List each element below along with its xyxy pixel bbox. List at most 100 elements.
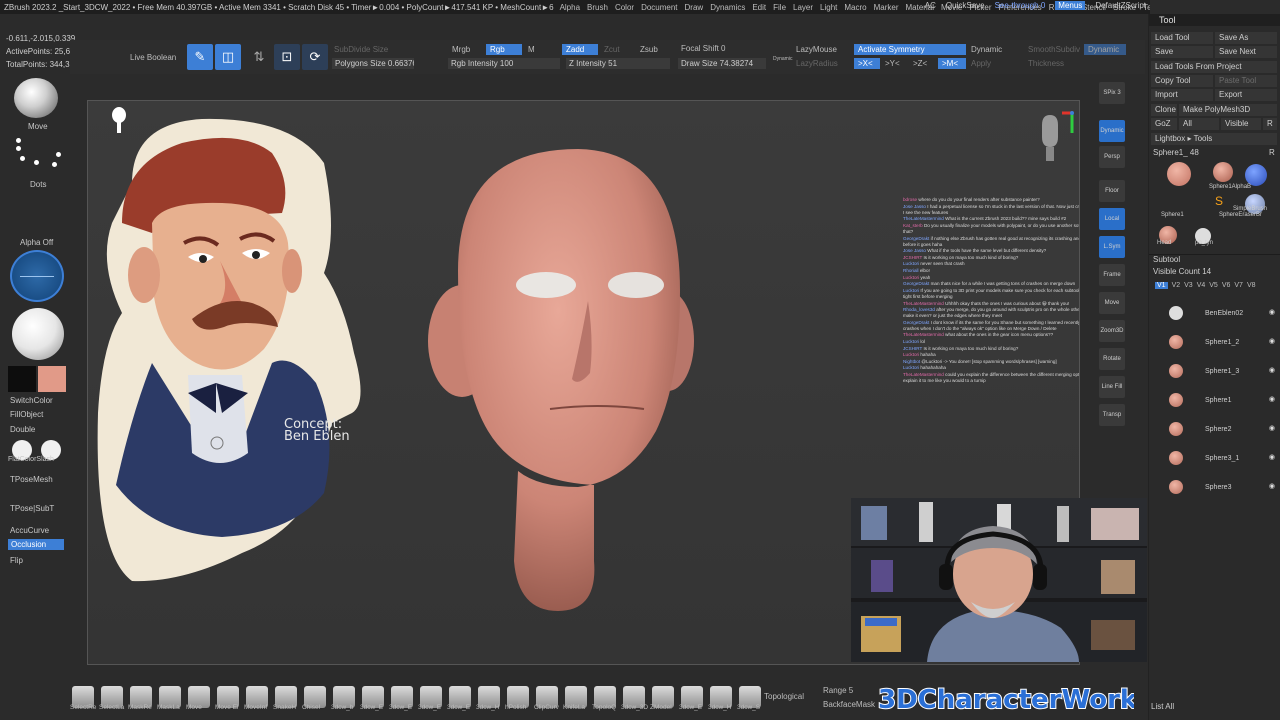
goz-button[interactable]: GoZ xyxy=(1151,118,1177,130)
save-button[interactable]: Save xyxy=(1151,46,1213,58)
subtool-title[interactable]: Subtool xyxy=(1153,255,1180,264)
subtool-item[interactable]: Sphere3 ◉ xyxy=(1155,478,1275,506)
view-button-l-sym[interactable]: L.Sym xyxy=(1099,236,1125,258)
move-mode-button[interactable]: ⇅ xyxy=(246,44,272,70)
subtool-version-v3[interactable]: V3 xyxy=(1184,282,1193,289)
menu-document[interactable]: Document xyxy=(641,3,677,12)
secondary-color-swatch[interactable] xyxy=(8,366,36,392)
subtool-version-v8[interactable]: V8 xyxy=(1247,282,1256,289)
accucurve-button[interactable]: AccuCurve xyxy=(10,526,49,535)
load-tools-project-button[interactable]: Load Tools From Project xyxy=(1151,61,1277,73)
subtool-item[interactable]: Sphere1_3 ◉ xyxy=(1155,362,1275,390)
subtool-item[interactable]: Sphere1 ◉ xyxy=(1155,391,1275,419)
quicksave-button[interactable]: QuickSave xyxy=(946,1,985,10)
zadd-button[interactable]: Zadd xyxy=(562,44,598,55)
import-button[interactable]: Import xyxy=(1151,89,1213,101)
focal-shift-slider[interactable]: Focal Shift 0 xyxy=(681,44,725,53)
load-tool-button[interactable]: Load Tool xyxy=(1151,32,1213,44)
zsub-button[interactable]: Zsub xyxy=(640,45,658,54)
menu-brush[interactable]: Brush xyxy=(587,3,608,12)
subtool-item[interactable]: BenEblen02 ◉ xyxy=(1155,304,1275,332)
symmetry-z-button[interactable]: >Z< xyxy=(913,59,927,68)
rotate-mode-button[interactable]: ⟳ xyxy=(302,44,328,70)
sculpt-head-model[interactable] xyxy=(418,141,708,611)
menu-edit[interactable]: Edit xyxy=(752,3,766,12)
menu-layer[interactable]: Layer xyxy=(793,3,813,12)
draw-size-slider[interactable]: Draw Size 74.38274 xyxy=(678,58,766,69)
dynamic-size-button[interactable]: Dynamic xyxy=(773,56,792,62)
save-next-button[interactable]: Save Next xyxy=(1215,46,1277,58)
double-button[interactable]: Double xyxy=(10,425,35,434)
subtool-version-v2[interactable]: V2 xyxy=(1172,282,1181,289)
apply-button[interactable]: Apply xyxy=(971,59,991,68)
view-button-dynamic[interactable]: Dynamic xyxy=(1099,120,1125,142)
menu-marker[interactable]: Marker xyxy=(874,3,899,12)
current-tool-r-button[interactable]: R xyxy=(1269,148,1275,157)
visible-count-slider[interactable]: Visible Count 14 xyxy=(1153,267,1211,276)
menu-macro[interactable]: Macro xyxy=(844,3,866,12)
view-button-transp[interactable]: Transp xyxy=(1099,404,1125,426)
goz-r-button[interactable]: R xyxy=(1263,118,1277,130)
copy-tool-button[interactable]: Copy Tool xyxy=(1151,75,1213,87)
thickness-slider[interactable]: Thickness xyxy=(1028,59,1064,68)
draw-mode-button[interactable]: ◫ xyxy=(215,44,241,70)
live-boolean-button[interactable]: Live Boolean xyxy=(130,53,176,62)
m-button[interactable]: M xyxy=(528,45,535,54)
simple-brush-icon[interactable]: S xyxy=(1215,194,1223,208)
view-button-move[interactable]: Move xyxy=(1099,292,1125,314)
subtool-item[interactable]: Sphere2 ◉ xyxy=(1155,420,1275,448)
paste-tool-button[interactable]: Paste Tool xyxy=(1215,75,1277,87)
current-tool-slider[interactable]: Sphere1_ 48 xyxy=(1153,148,1199,157)
default-zscript-button[interactable]: DefaultZScript xyxy=(1095,1,1146,10)
dynamic-button[interactable]: Dynamic xyxy=(971,45,1002,54)
menu-draw[interactable]: Draw xyxy=(685,3,704,12)
tool-thumb-head[interactable] xyxy=(1167,162,1191,186)
visibility-eye-icon[interactable]: ◉ xyxy=(1269,337,1275,345)
lightbox-tools-button[interactable]: Lightbox ▸ Tools xyxy=(1151,133,1277,145)
menu-color[interactable]: Color xyxy=(615,3,634,12)
fill-object-button[interactable]: FillObject xyxy=(10,410,43,419)
save-as-button[interactable]: Save As xyxy=(1215,32,1277,44)
view-button-rotate[interactable]: Rotate xyxy=(1099,348,1125,370)
list-all-button[interactable]: List All xyxy=(1151,702,1174,711)
view-button-persp[interactable]: Persp xyxy=(1099,146,1125,168)
visibility-eye-icon[interactable]: ◉ xyxy=(1269,308,1275,316)
topological-button[interactable]: Topological xyxy=(764,692,804,701)
tpose-subt-button[interactable]: TPose|SubT xyxy=(10,504,54,513)
make-polymesh-button[interactable]: Make PolyMesh3D xyxy=(1179,104,1277,116)
rgb-intensity-slider[interactable]: Rgb Intensity 100 xyxy=(448,58,560,69)
goz-all-button[interactable]: All xyxy=(1179,118,1219,130)
material-selector[interactable] xyxy=(12,308,64,360)
clone-button[interactable]: Clone xyxy=(1151,104,1177,116)
tool-thumb-sphere-a[interactable] xyxy=(1213,162,1233,182)
zcut-button[interactable]: Zcut xyxy=(604,45,620,54)
lazyradius-slider[interactable]: LazyRadius xyxy=(796,59,838,68)
tpose-mesh-button[interactable]: TPoseMesh xyxy=(10,475,53,484)
view-button-spix-3[interactable]: SPix 3 xyxy=(1099,82,1125,104)
symmetry-y-button[interactable]: >Y< xyxy=(885,59,900,68)
goz-visible-button[interactable]: Visible xyxy=(1221,118,1261,130)
visibility-eye-icon[interactable]: ◉ xyxy=(1269,424,1275,432)
z-intensity-slider[interactable]: Z Intensity 51 xyxy=(566,58,670,69)
flip-button[interactable]: Flip xyxy=(10,556,23,565)
subtool-version-v5[interactable]: V5 xyxy=(1209,282,1218,289)
view-button-frame[interactable]: Frame xyxy=(1099,264,1125,286)
lazymouse-button[interactable]: LazyMouse xyxy=(796,45,837,54)
alpha-selector[interactable] xyxy=(10,250,64,302)
tool-palette-title[interactable]: Tool xyxy=(1149,14,1280,26)
dynamic-subdiv-button[interactable]: Dynamic xyxy=(1084,44,1126,55)
edit-mode-button[interactable]: ✎ xyxy=(187,44,213,70)
view-button-floor[interactable]: Floor xyxy=(1099,180,1125,202)
backface-mask-button[interactable]: BackfaceMask xyxy=(823,700,875,709)
activate-symmetry-button[interactable]: Activate Symmetry xyxy=(854,44,966,55)
view-button-line-fill[interactable]: Line Fill xyxy=(1099,376,1125,398)
subtool-item[interactable]: Sphere1_2 ◉ xyxy=(1155,333,1275,361)
subtool-version-v4[interactable]: V4 xyxy=(1197,282,1206,289)
polygons-size-slider[interactable]: Polygons Size 0.66376 xyxy=(332,58,414,69)
view-button-local[interactable]: Local xyxy=(1099,208,1125,230)
symmetry-x-button[interactable]: >X< xyxy=(854,58,880,69)
symmetry-m-button[interactable]: >M< xyxy=(938,58,966,69)
menu-dynamics[interactable]: Dynamics xyxy=(710,3,745,12)
menu-light[interactable]: Light xyxy=(820,3,837,12)
main-color-swatch[interactable] xyxy=(38,366,66,392)
